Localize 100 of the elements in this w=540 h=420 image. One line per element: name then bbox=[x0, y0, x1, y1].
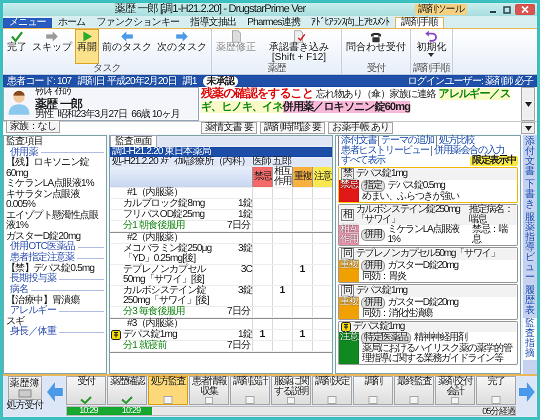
panel-link[interactable]: 処方比較 bbox=[436, 136, 476, 146]
side-tab[interactable]: 履歴表 bbox=[523, 285, 537, 317]
drug-quantity: 3錠 bbox=[237, 286, 252, 298]
patient-kana: ﾔｸﾚｷ ｲﾁﾛｳ bbox=[35, 88, 71, 98]
finding-drug: デパス錠1mg bbox=[353, 322, 404, 332]
audit-item: ガスターD錠20mg bbox=[6, 232, 82, 242]
rp-title: #2（内服薬） bbox=[126, 233, 184, 243]
dropdown-button[interactable] bbox=[521, 87, 535, 121]
ribbon-button[interactable]: 次のタスク bbox=[155, 29, 209, 64]
dropdown-button[interactable] bbox=[521, 122, 535, 134]
ribbon-group-label: タスク bbox=[93, 64, 121, 74]
section-heading: 患者指定注意薬 bbox=[10, 253, 74, 263]
panel-link[interactable]: テーマの追加 bbox=[378, 136, 436, 146]
workflow-step[interactable]: 服薬に関する説明 bbox=[271, 376, 312, 405]
finding-type-badge: 禁 bbox=[341, 168, 354, 180]
finding-card[interactable]: デパス錠1mg 注意 特定医薬品 精神神経用剤 薬局におけるハイリスク薬の薬学的管理指導に関する業務ガイドライン等 bbox=[338, 321, 518, 365]
workflow-step[interactable]: 薬剤交付会計 bbox=[435, 376, 476, 405]
patient-birthdate: 昭和23年3月27日 bbox=[57, 110, 128, 120]
drug-row[interactable]: メコバラミン錠250μg「YD」0.25mg[後] 3錠 bbox=[110, 244, 332, 265]
ribbon-tab[interactable]: ホーム bbox=[52, 18, 90, 28]
workflow-step[interactable]: 完了 bbox=[476, 376, 516, 405]
workflow-step[interactable]: 薬歴確認 bbox=[107, 376, 148, 405]
side-tab[interactable]: 添付文書 bbox=[523, 136, 537, 178]
history-button[interactable]: 薬歴簿 bbox=[8, 376, 42, 400]
menu-button[interactable]: メニュー bbox=[3, 18, 52, 28]
drug-row[interactable]: カルブロック錠8mg 1錠 bbox=[110, 199, 332, 210]
side-tab[interactable]: 下書き bbox=[523, 179, 537, 211]
panel-link[interactable]: 患者ヒストリービュー bbox=[338, 146, 432, 156]
section-heading: 併用薬 bbox=[10, 148, 38, 158]
status-tag: お薬手帳 あり bbox=[328, 122, 394, 134]
check-mark-count: 1 bbox=[260, 329, 264, 340]
ribbon-tab[interactable]: Pharmes連携 bbox=[242, 18, 306, 28]
check-mark-count: 1 bbox=[280, 285, 284, 296]
drug-quantity: 1錠 bbox=[237, 210, 252, 220]
category-strip: 重複 bbox=[339, 260, 359, 282]
check-mark-count: 1 bbox=[300, 264, 304, 275]
category-strip: 相互作用 bbox=[339, 225, 359, 245]
filter-badge: 限定表示中 bbox=[470, 156, 518, 166]
close-icon[interactable] bbox=[515, 4, 535, 15]
relation-tag: 併用 bbox=[361, 229, 385, 241]
usage-text: 分1 就寝前 bbox=[122, 341, 168, 351]
finding-card[interactable]: 同 テプレノンカプセル50mg「サワイ」 重複 併用 ガスターD錠20mg 同効：胃炎 bbox=[338, 247, 518, 283]
workflow-step[interactable]: 受付 bbox=[66, 376, 106, 405]
ribbon-button[interactable]: 前のタスク bbox=[100, 29, 154, 64]
ribbon-button[interactable]: 初期化 bbox=[414, 29, 448, 64]
patient-age: 66歳 10ヶ月 bbox=[131, 110, 180, 120]
patient-name: 薬歴 一郎 bbox=[35, 98, 82, 110]
rp-title: #3（内服薬） bbox=[126, 319, 184, 329]
workflow-step[interactable]: 患者情報収集 bbox=[189, 376, 230, 405]
side-tab[interactable]: 服薬指導ビュー bbox=[523, 212, 537, 284]
panel-link[interactable]: 添付文書 bbox=[338, 136, 378, 146]
family-label: 家族：なし bbox=[6, 120, 60, 133]
drug-name: デパス錠1mg bbox=[122, 330, 178, 340]
caret-icon bbox=[524, 126, 532, 130]
section-heading: 病名 bbox=[10, 285, 28, 295]
drug-quantity: 1錠 bbox=[237, 330, 252, 340]
finding-drug: デパス錠1mg bbox=[356, 286, 407, 296]
context-tab[interactable]: 調剤ツール bbox=[414, 4, 467, 15]
caret-icon bbox=[524, 102, 532, 106]
section-heading: 身長／体重 bbox=[10, 327, 56, 338]
audit-item: エイゾプト懸濁性点眼液1% bbox=[6, 210, 100, 231]
rp-title: #1（内服薬） bbox=[126, 188, 184, 198]
maximize-icon[interactable] bbox=[501, 4, 513, 14]
workflow-step[interactable]: 調剤設計 bbox=[230, 376, 270, 405]
drug-row[interactable]: デパス錠1mg 1錠 1 1 bbox=[110, 330, 332, 341]
workflow-step[interactable]: 処方監査 bbox=[148, 376, 188, 405]
column-header: 注意 bbox=[312, 167, 332, 187]
side-tab[interactable]: 監査指摘 bbox=[523, 318, 537, 360]
notebook-icon bbox=[18, 389, 32, 398]
ribbon-tab[interactable]: 指導文抽出 bbox=[185, 18, 242, 28]
drug-row[interactable]: フリバスOD錠25mg 1錠 bbox=[110, 210, 332, 221]
ribbon-tab[interactable]: ファンクションキー bbox=[91, 18, 184, 28]
audit-item: スギ bbox=[6, 316, 25, 326]
ribbon-tab[interactable]: ｱﾄﾞﾋｱﾗﾝｽ向上ｱｾｽﾒﾝﾄ bbox=[306, 18, 394, 28]
column-header: 重複 bbox=[292, 167, 312, 187]
finding-target: デパス錠0.5mg bbox=[388, 181, 445, 191]
drug-name: メコバラミン錠250μg「YD」0.25mg[後] bbox=[122, 244, 212, 264]
finding-drug: カルボシステイン錠250mg「サワイ」 bbox=[356, 205, 462, 225]
finding-card[interactable]: 同 デパス錠1mg 重複 併用 ガスターD錠20mg 同効：消化性潰瘍 bbox=[338, 284, 518, 320]
ribbon-button[interactable]: 完了 bbox=[5, 29, 29, 64]
ribbon-button[interactable]: 再開 bbox=[75, 29, 99, 64]
audit-tab[interactable]: 監査画面 bbox=[110, 135, 157, 148]
section-heading: アレルギー bbox=[10, 306, 56, 316]
panel-link[interactable]: すべて表示 bbox=[338, 156, 388, 166]
workflow-step[interactable]: 調剤 bbox=[353, 376, 394, 405]
ribbon-button[interactable]: 承認書き込み [Shift + F12] bbox=[259, 29, 339, 64]
workflow-step[interactable]: 最終監査 bbox=[394, 376, 434, 405]
drug-row[interactable]: テプレノンカプセル50mg「サワイ」[後] 3C 1 bbox=[110, 265, 332, 286]
ribbon-tab[interactable]: 調剤手順 bbox=[395, 17, 444, 28]
ribbon-group-label: 調剤手順 bbox=[413, 64, 450, 74]
ribbon-button[interactable]: 問合わせ受付 bbox=[344, 29, 408, 64]
workflow-step[interactable]: 調剤決定 bbox=[312, 376, 352, 405]
avatar-icon bbox=[7, 88, 31, 116]
ribbon-group-label: 受付 bbox=[366, 64, 386, 74]
finding-target: ガスターD錠20mg bbox=[388, 298, 458, 308]
dispense-date: 調剤日 平成20年2月20日 bbox=[77, 76, 177, 86]
finding-card[interactable]: 禁 デパス錠1mg 禁忌 指定 デパス錠0.5mg めまい、ふらつきが強い bbox=[338, 167, 518, 203]
category-strip: 禁忌 bbox=[339, 180, 359, 202]
ribbon-button[interactable]: スキップ bbox=[30, 29, 74, 64]
drug-row[interactable]: カルボシステイン錠250mg「サワイ」[後] 3錠 1 bbox=[110, 286, 332, 307]
